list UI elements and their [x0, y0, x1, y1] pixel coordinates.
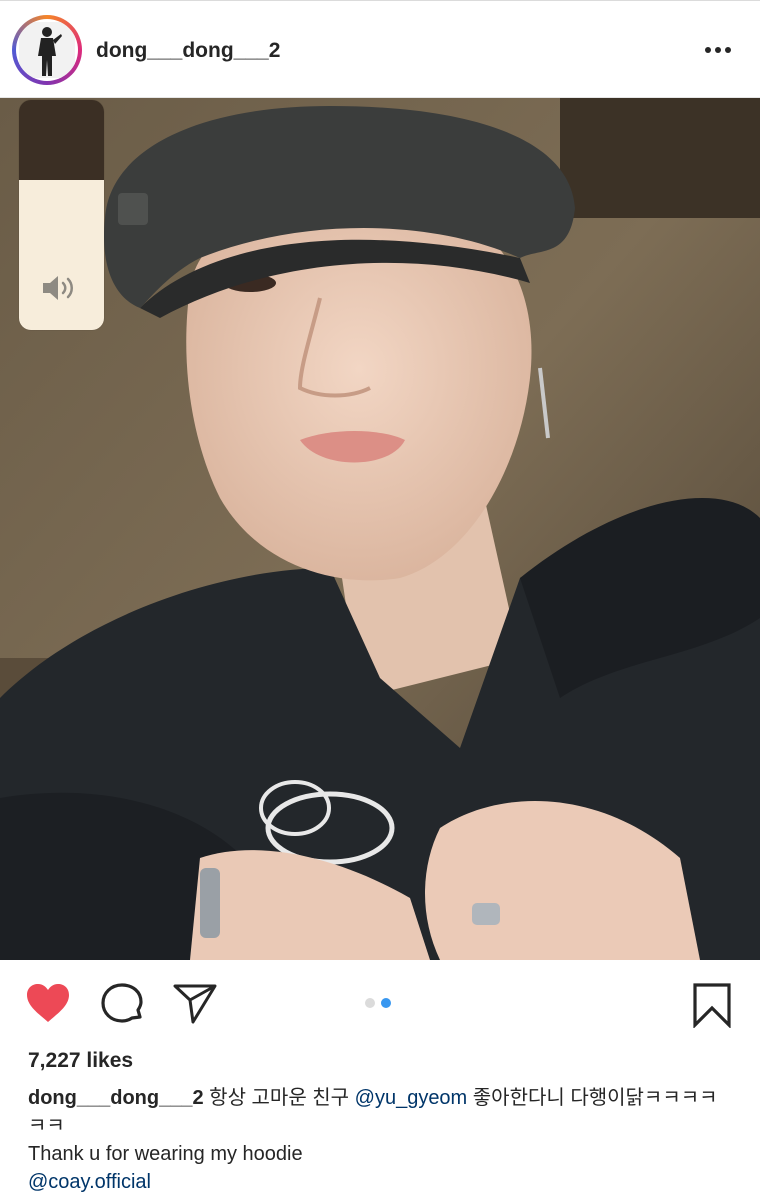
post-header: dong___dong___2	[0, 0, 760, 98]
more-options-button[interactable]	[694, 35, 742, 65]
mention-link[interactable]: @coay.official	[28, 1168, 728, 1196]
post-image[interactable]	[0, 98, 760, 960]
volume-track-empty	[19, 100, 104, 180]
speaker-icon	[43, 276, 73, 300]
heart-filled-icon[interactable]	[25, 982, 71, 1024]
avatar-silhouette-icon	[19, 22, 75, 78]
selfie-photo	[0, 98, 760, 960]
caption-username[interactable]: dong___dong___2	[28, 1087, 204, 1109]
bookmark-icon[interactable]	[692, 982, 732, 1028]
like-count[interactable]: 7,227 likes	[28, 1049, 133, 1073]
comment-icon[interactable]	[100, 982, 144, 1026]
post-username[interactable]: dong___dong___2	[96, 39, 280, 63]
avatar[interactable]	[16, 19, 78, 81]
post-caption: dong___dong___2 항상 고마운 친구 @yu_gyeom 좋아한다…	[28, 1084, 728, 1196]
carousel-dot-active[interactable]	[381, 998, 391, 1008]
story-ring-avatar[interactable]	[12, 15, 82, 85]
caption-line-2: Thank u for wearing my hoodie	[28, 1143, 303, 1165]
carousel-dot[interactable]	[365, 998, 375, 1008]
send-icon[interactable]	[172, 982, 218, 1026]
mention-link[interactable]: @yu_gyeom	[355, 1087, 468, 1109]
more-horizontal-icon	[705, 47, 711, 53]
caption-line-1: dong___dong___2 항상 고마운 친구 @yu_gyeom 좋아한다…	[28, 1084, 728, 1140]
carousel-indicator	[365, 998, 391, 1008]
volume-level-fill	[19, 180, 104, 330]
caption-text: 항상 고마운 친구	[203, 1087, 355, 1109]
